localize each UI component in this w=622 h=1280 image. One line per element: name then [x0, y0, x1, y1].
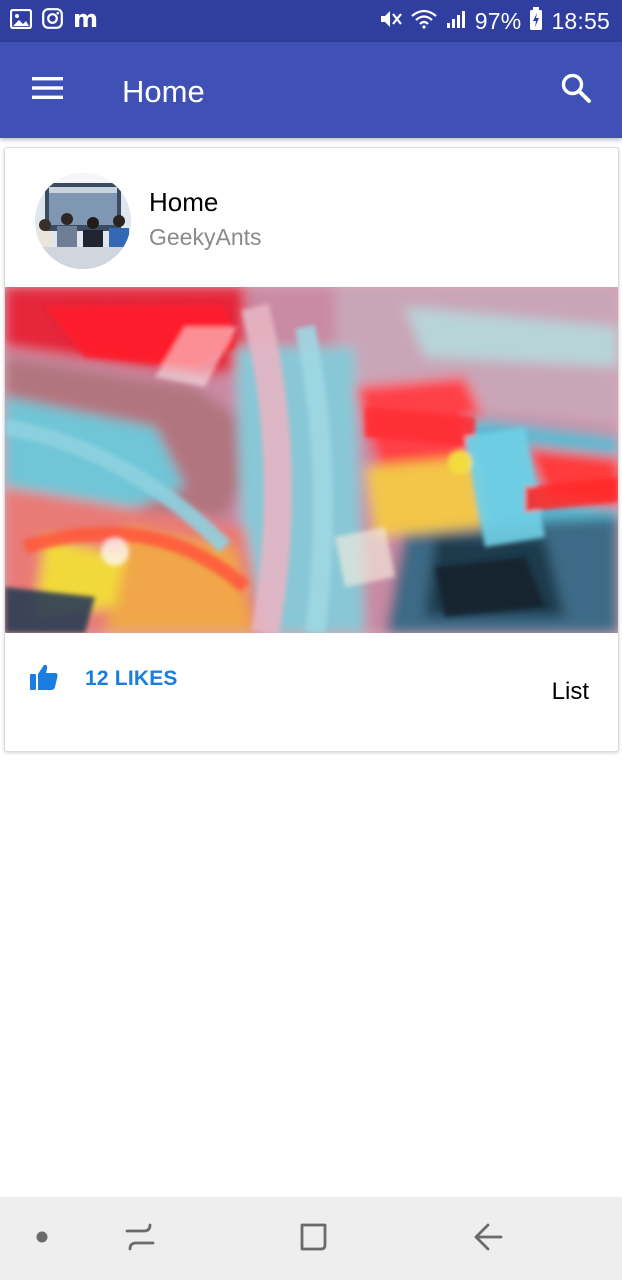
- recent-apps-icon: [124, 1221, 156, 1258]
- mute-icon: [379, 8, 403, 35]
- back-button[interactable]: [462, 1213, 514, 1265]
- page-title: Home: [122, 74, 205, 109]
- messenger-m-icon: m: [73, 5, 99, 33]
- battery-percent: 97%: [474, 7, 522, 34]
- battery-charging-icon: [529, 6, 543, 36]
- thumbs-up-icon: [29, 663, 59, 696]
- search-icon: [560, 72, 592, 109]
- card-subtitle: GeekyAnts: [149, 224, 262, 250]
- clock: 18:55: [551, 7, 610, 34]
- status-bar: m 97% 18:55: [0, 0, 622, 42]
- likes-button[interactable]: 12 LIKES: [29, 661, 178, 697]
- hamburger-menu-icon: [31, 76, 65, 105]
- card-footer: 12 LIKES List: [5, 633, 618, 751]
- post-card: Home GeekyAnts 12 LIKES List: [4, 147, 619, 752]
- likes-count: 12 LIKES: [85, 667, 178, 690]
- avatar[interactable]: [35, 173, 131, 269]
- status-right-icons: 97% 18:55: [379, 0, 610, 42]
- app-screen: m 97% 18:55 Home Home GeekyAnts 12 LIKES…: [0, 0, 622, 1280]
- menu-button[interactable]: [22, 66, 74, 114]
- home-square-icon: [298, 1221, 330, 1258]
- gallery-icon: [9, 8, 33, 34]
- system-nav-bar: [0, 1197, 622, 1280]
- recent-apps-button[interactable]: [114, 1213, 166, 1265]
- instagram-icon: [42, 8, 63, 34]
- signal-icon: [445, 9, 467, 34]
- list-link[interactable]: List: [552, 677, 589, 707]
- card-header: Home GeekyAnts: [5, 148, 618, 286]
- card-image: [5, 287, 618, 633]
- search-button[interactable]: [552, 66, 600, 114]
- home-button[interactable]: [288, 1213, 340, 1265]
- card-title: Home: [149, 187, 219, 217]
- recent-dot-icon: [35, 1230, 49, 1249]
- back-arrow-icon: [472, 1221, 504, 1258]
- nav-dot-button[interactable]: [16, 1213, 68, 1265]
- app-bar: Home: [0, 42, 622, 138]
- wifi-icon: [411, 9, 437, 34]
- status-left-icons: m: [9, 0, 99, 42]
